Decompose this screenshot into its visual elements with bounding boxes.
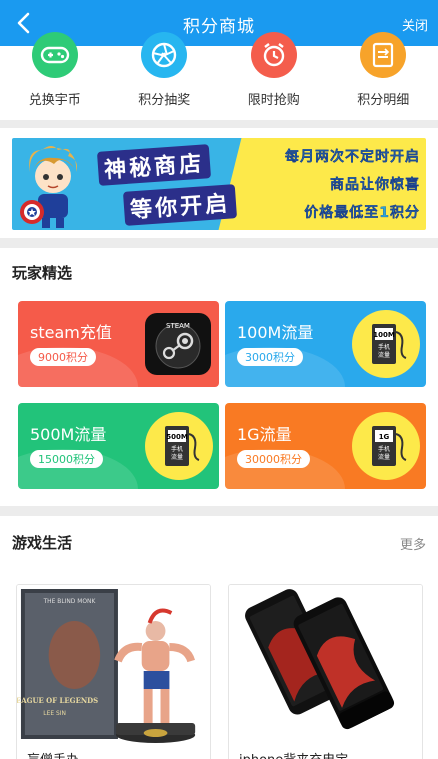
cartoon-boy-illustration [20, 146, 77, 228]
svg-text:流量: 流量 [378, 351, 390, 359]
data-amount-label: 500M [166, 433, 188, 441]
product-name: 盲僧手办 [27, 749, 79, 759]
app-root: 积分商城 关闭 兑换宇币 积分抽奖 限时抢购 积分明细 神秘商店 等你开启 每月… [0, 0, 438, 759]
pick-card-name: 1G流量 [237, 425, 292, 444]
phone-data-icon: 100M 手机 流量 [352, 310, 420, 378]
quick-nav: 兑换宇币 积分抽奖 限时抢购 积分明细 [0, 32, 438, 120]
pick-card-price: 30000积分 [237, 450, 310, 468]
phone-data-icon: 500M 手机 流量 [145, 412, 213, 480]
blind-monk-figure-image: THE BLIND MONK LEAGUE OF LEGENDS LEE SIN [17, 585, 210, 745]
quicknav-flash-sale[interactable]: 限时抢购 [219, 32, 329, 120]
close-button[interactable]: 关闭 [402, 15, 428, 34]
quicknav-label: 兑换宇币 [28, 93, 81, 108]
alarm-clock-icon [250, 32, 297, 78]
svg-text:手机: 手机 [378, 445, 390, 453]
gamepad-icon [31, 32, 78, 78]
pick-card-name: steam充值 [30, 323, 112, 342]
steam-logo-icon: STEAM [145, 313, 211, 375]
banner-right-line-1: 每月两次不定时开启 [285, 149, 420, 165]
quicknav-lottery[interactable]: 积分抽奖 [110, 32, 220, 120]
pick-card-price: 15000积分 [30, 450, 103, 468]
product-card-iphone-battery-case[interactable]: iphone背夹充电宝 [228, 584, 423, 759]
pick-card-500m-data[interactable]: 500M流量 15000积分 500M 手机 流量 [18, 403, 219, 489]
page-title: 积分商城 [183, 17, 255, 37]
aperture-icon [141, 32, 188, 78]
pick-card-name: 100M流量 [237, 323, 314, 342]
player-picks-section: 玩家精选 steam充值 9000积分 STEAM 100M流量 3000积分 [0, 248, 438, 506]
quicknav-exchange-coins[interactable]: 兑换宇币 [0, 32, 110, 120]
steam-logo-text: STEAM [166, 322, 190, 330]
pick-card-price: 9000积分 [30, 348, 96, 366]
receipt-icon [360, 32, 407, 78]
pick-card-steam[interactable]: steam充值 9000积分 STEAM [18, 301, 219, 387]
svg-text:手机: 手机 [171, 445, 183, 453]
banner-right-line-3: 价格最低至1积分 [304, 205, 420, 221]
product-name: iphone背夹充电宝 [239, 749, 348, 759]
pick-card-1g-data[interactable]: 1G流量 30000积分 1G 手机 流量 [225, 403, 426, 489]
more-link[interactable]: 更多 [400, 534, 426, 553]
svg-text:手机: 手机 [378, 343, 390, 351]
pick-card-100m-data[interactable]: 100M流量 3000积分 100M 手机 流量 [225, 301, 426, 387]
iphone-battery-case-image [229, 585, 422, 745]
box-title: THE BLIND MONK [43, 598, 97, 605]
product-card-blind-monk-figure[interactable]: THE BLIND MONK LEAGUE OF LEGENDS LEE SIN… [16, 584, 211, 759]
mystery-shop-banner[interactable]: 神秘商店 等你开启 每月两次不定时开启 商品让你惊喜 价格最低至1积分 [12, 138, 426, 230]
svg-text:流量: 流量 [171, 453, 183, 461]
banner-right-line-2: 商品让你惊喜 [330, 177, 420, 193]
pick-card-price: 3000积分 [237, 348, 303, 366]
data-amount-label: 1G [379, 433, 390, 441]
box-logo: LEAGUE OF LEGENDS [17, 696, 98, 705]
section-title: 游戏生活 [12, 534, 73, 552]
banner-section: 神秘商店 等你开启 每月两次不定时开启 商品让你惊喜 价格最低至1积分 [0, 128, 438, 238]
data-amount-label: 100M [373, 331, 395, 339]
phone-data-icon: 1G 手机 流量 [352, 412, 420, 480]
pick-card-name: 500M流量 [30, 425, 107, 444]
box-subtitle: LEE SIN [43, 710, 66, 717]
quicknav-points-detail[interactable]: 积分明细 [329, 32, 438, 120]
game-life-section: 游戏生活 更多 THE BLIND MONK LEAGUE OF LEGENDS… [0, 516, 438, 759]
svg-text:流量: 流量 [378, 453, 390, 461]
quicknav-label: 积分抽奖 [138, 93, 191, 108]
section-title: 玩家精选 [12, 264, 73, 282]
quicknav-label: 限时抢购 [247, 93, 300, 108]
quicknav-label: 积分明细 [357, 93, 410, 108]
